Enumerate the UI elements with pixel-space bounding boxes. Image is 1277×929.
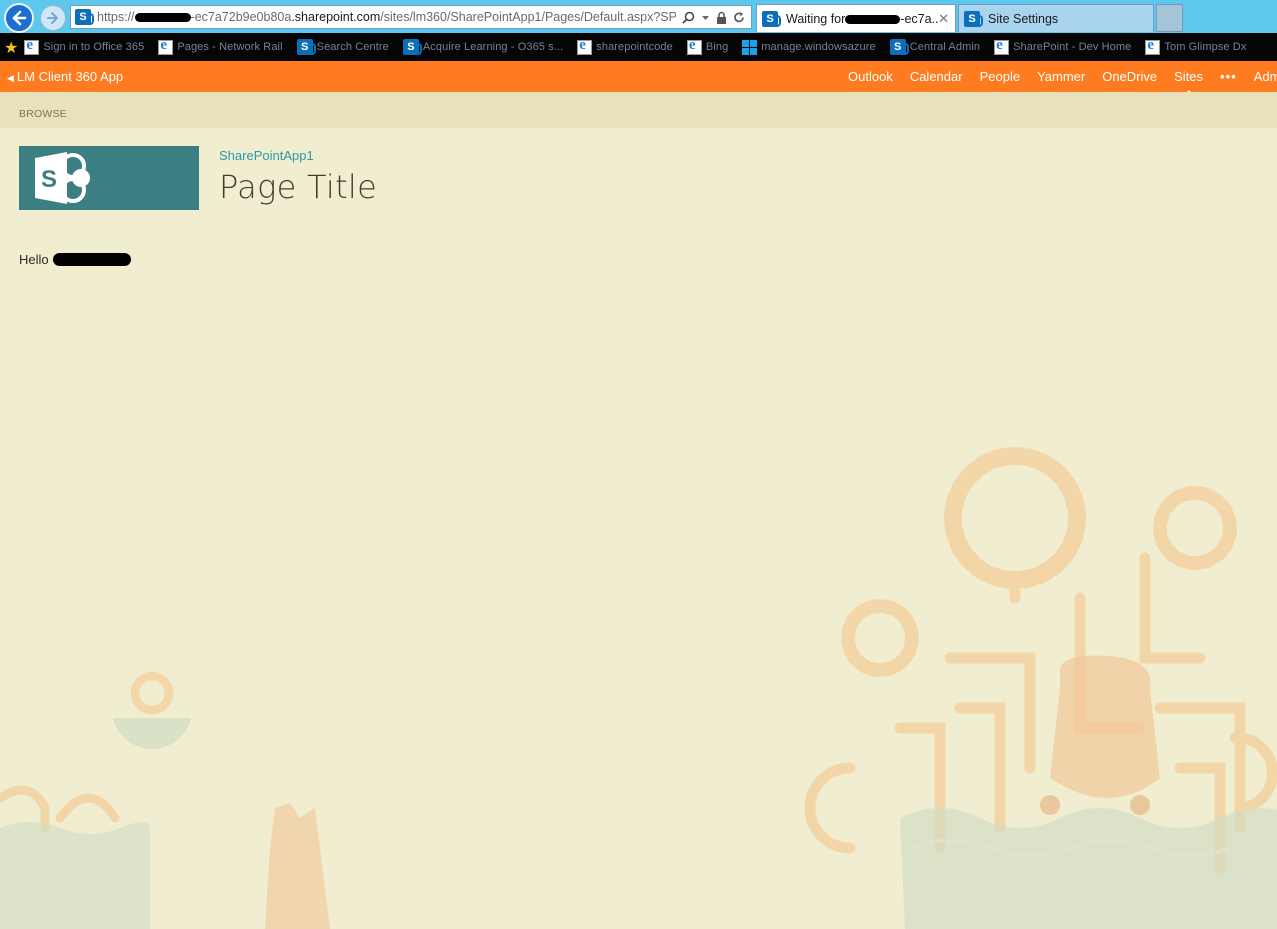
suite-link-outlook[interactable]: Outlook xyxy=(848,69,893,84)
url-scheme: https:// xyxy=(97,10,135,24)
background-artwork xyxy=(0,447,1277,929)
favorite-label: Acquire Learning - O365 s... xyxy=(422,41,564,53)
sharepoint-logo-icon: S xyxy=(35,152,90,204)
back-button[interactable] xyxy=(4,3,34,33)
sharepoint-favicon-icon: S xyxy=(964,10,983,27)
favorite-item[interactable]: S Central Admin xyxy=(889,39,981,55)
favorite-label: Pages - Network Rail xyxy=(177,41,283,53)
dropdown-chevron-icon[interactable] xyxy=(701,11,710,24)
redacted-text xyxy=(134,13,191,23)
favorite-item[interactable]: SharePoint - Dev Home xyxy=(994,37,1132,55)
favorite-item[interactable]: sharepointcode xyxy=(577,37,673,55)
chevron-left-icon: ◀ xyxy=(7,73,14,83)
url-subdomain: -ec7a72b9e0b80a xyxy=(190,10,292,24)
close-icon[interactable]: ✕ xyxy=(938,11,949,27)
url-text[interactable]: https:// -ec7a72b9e0b80a.sharepoint.com/s… xyxy=(97,10,676,24)
favorite-label: manage.windowsazure xyxy=(761,41,876,53)
favorite-item[interactable]: S Acquire Learning - O365 s... xyxy=(402,39,564,55)
suite-link-onedrive[interactable]: OneDrive xyxy=(1102,69,1157,84)
favorites-star-icon[interactable]: ★ xyxy=(4,38,18,57)
greeting: Hello xyxy=(19,252,131,267)
favorite-item[interactable]: manage.windowsazure xyxy=(742,39,876,55)
tab-waiting[interactable]: S Waiting for -ec7a... ✕ xyxy=(756,4,956,32)
favorites-bar: ★ Sign in to Office 365 Pages - Network R… xyxy=(0,33,1277,61)
search-icon[interactable] xyxy=(682,11,695,24)
site-name-link[interactable]: SharePointApp1 xyxy=(219,148,314,163)
lock-icon[interactable] xyxy=(716,11,727,24)
suite-bar: ◀ LM Client 360 App Outlook Calendar Peop… xyxy=(0,61,1277,94)
tab-label: Waiting for -ec7a... xyxy=(786,12,938,26)
favorite-label: SharePoint - Dev Home xyxy=(1013,41,1132,53)
suite-link-calendar[interactable]: Calendar xyxy=(910,69,963,84)
suite-link-people[interactable]: People xyxy=(980,69,1020,84)
sharepoint-icon: S xyxy=(296,39,316,55)
new-tab-button[interactable] xyxy=(1156,4,1183,32)
refresh-icon[interactable] xyxy=(733,11,745,24)
ie-icon xyxy=(1145,37,1161,55)
suite-link-yammer[interactable]: Yammer xyxy=(1037,69,1085,84)
favorites-list: Sign in to Office 365 Pages - Network Rai… xyxy=(24,37,1260,55)
arrow-left-icon xyxy=(12,10,27,26)
favorite-item[interactable]: Sign in to Office 365 xyxy=(24,37,145,55)
arrow-right-icon xyxy=(47,12,58,24)
tab-label-prefix: Waiting for xyxy=(786,11,846,26)
favorite-label: Sign in to Office 365 xyxy=(43,41,145,53)
favorite-label: sharepointcode xyxy=(596,41,673,53)
ribbon: BROWSE xyxy=(0,92,1277,128)
tab-site-settings[interactable]: S Site Settings xyxy=(958,4,1154,32)
favorite-item[interactable]: S Search Centre xyxy=(296,39,389,55)
page-title: Page Title xyxy=(219,168,378,206)
app-title: LM Client 360 App xyxy=(16,69,124,84)
redacted-text xyxy=(52,253,131,266)
ie-icon xyxy=(686,37,702,55)
ie-icon xyxy=(24,37,40,55)
windows-icon xyxy=(742,39,758,55)
suite-link-sites[interactable]: Sites xyxy=(1174,69,1203,94)
ie-icon xyxy=(158,37,174,55)
svg-text:S: S xyxy=(41,166,57,193)
greeting-text: Hello xyxy=(19,252,49,267)
favorite-label: Tom Glimpse Dx xyxy=(1164,41,1247,53)
forward-button[interactable] xyxy=(40,5,66,31)
ie-icon xyxy=(577,37,593,55)
address-bar-actions xyxy=(676,11,751,24)
tab-label: Site Settings xyxy=(988,11,1059,26)
favorite-label: Bing xyxy=(705,41,729,53)
sharepoint-favicon-icon: S xyxy=(75,9,94,25)
url-host: .sharepoint.com xyxy=(291,10,381,24)
tab-label-suffix: -ec7a... xyxy=(900,11,939,26)
ie-icon xyxy=(994,37,1010,55)
more-options-icon[interactable]: ••• xyxy=(1220,69,1237,84)
favorite-label: Central Admin xyxy=(909,41,981,53)
redacted-text xyxy=(845,14,901,24)
address-bar[interactable]: S https:// -ec7a72b9e0b80a.sharepoint.com… xyxy=(70,5,752,29)
site-logo[interactable]: S xyxy=(19,146,199,210)
sharepoint-favicon-icon: S xyxy=(762,10,781,27)
sharepoint-icon: S xyxy=(889,39,909,55)
favorite-item[interactable]: Bing xyxy=(686,37,729,55)
browser-toolbar: S https:// -ec7a72b9e0b80a.sharepoint.com… xyxy=(0,0,1277,33)
sharepoint-icon: S xyxy=(402,39,422,55)
ribbon-tab-browse[interactable]: BROWSE xyxy=(19,108,67,120)
suite-link-admin[interactable]: Admi xyxy=(1254,69,1277,84)
favorite-label: Search Centre xyxy=(316,41,389,53)
suite-nav: Outlook Calendar People Yammer OneDrive … xyxy=(848,61,1277,94)
favorite-item[interactable]: Tom Glimpse Dx xyxy=(1145,37,1247,55)
favorite-item[interactable]: Pages - Network Rail xyxy=(158,37,283,55)
app-title-link[interactable]: ◀ LM Client 360 App xyxy=(7,69,123,84)
url-path: /sites/lm360/SharePointApp1/Pages/Defaul… xyxy=(380,10,676,24)
